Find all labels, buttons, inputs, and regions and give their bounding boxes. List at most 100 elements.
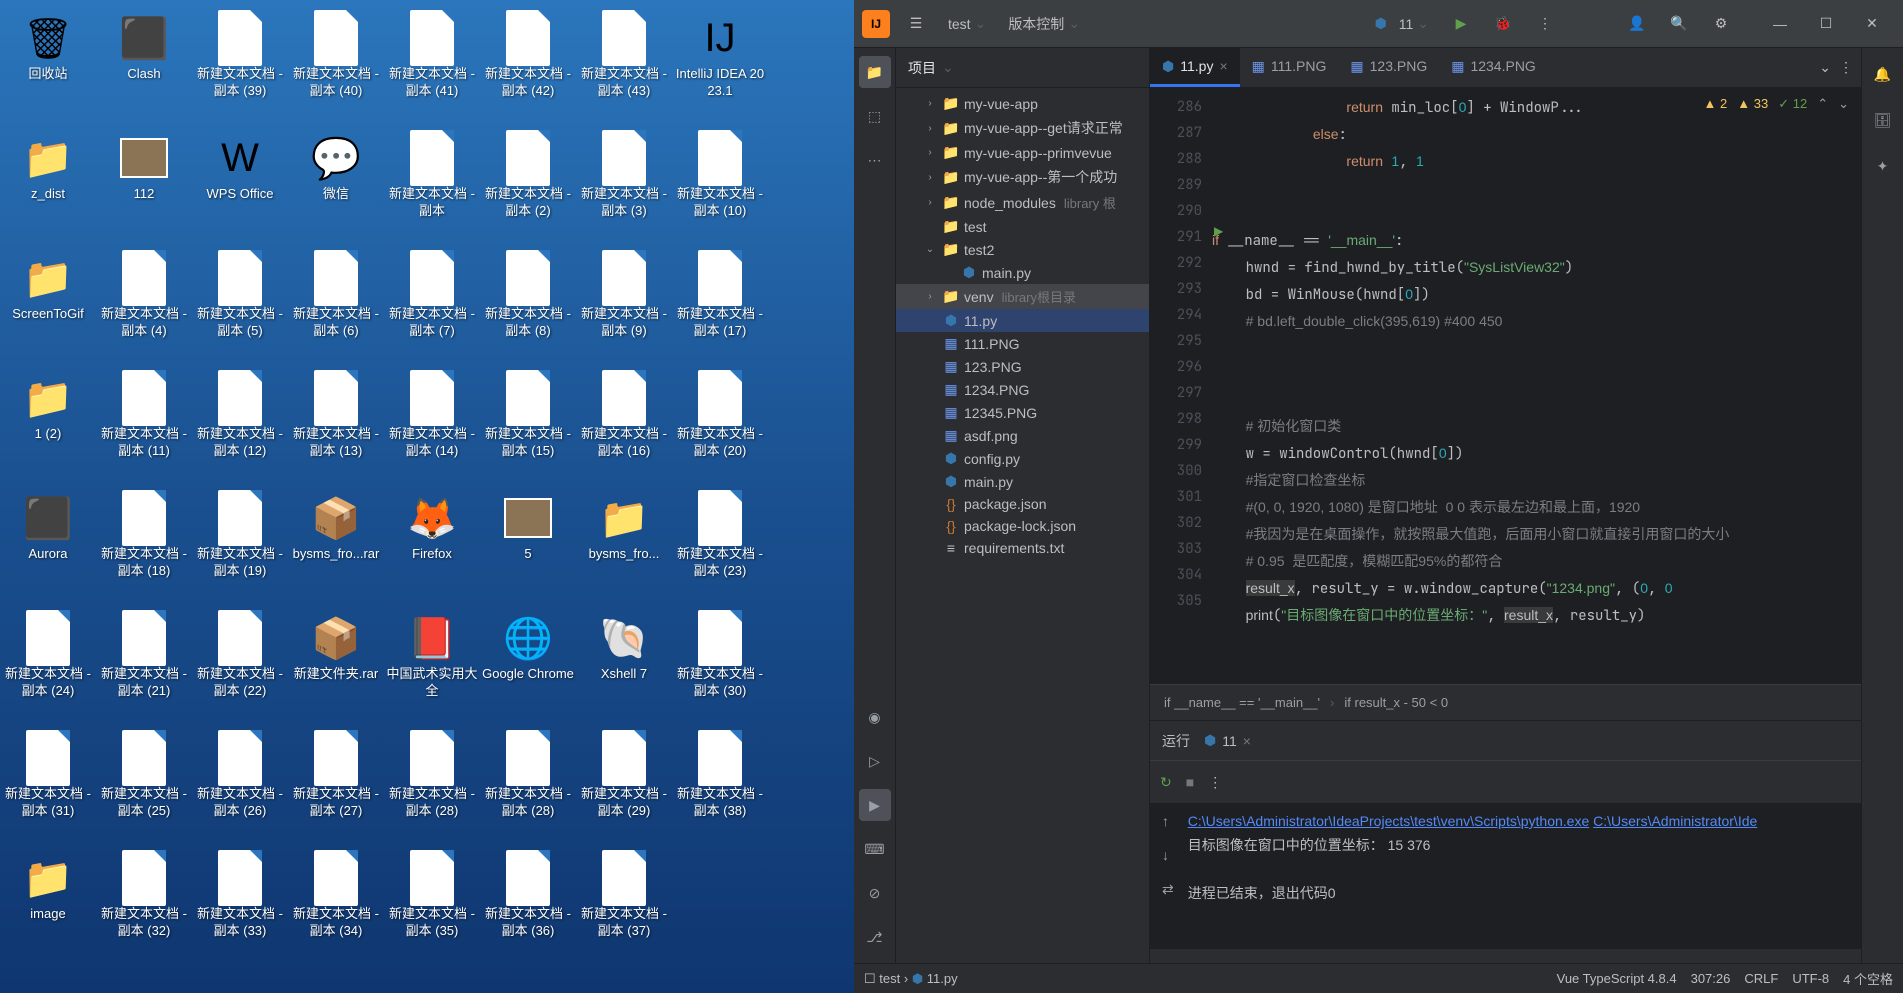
vcs-menu[interactable]: 版本控制⌄ [1002,10,1086,38]
desktop-icon[interactable]: 新建文本文档 - 副本 (36) [480,844,576,964]
desktop-icon[interactable]: 📦bysms_fro...rar [288,484,384,604]
desktop-icon[interactable]: 新建文本文档 - 副本 (27) [288,724,384,844]
project-tool-button[interactable]: 📁 [859,56,891,88]
project-header[interactable]: 项目⌄ [896,48,1149,88]
structure-tool-button[interactable]: ⬚ [859,100,891,132]
rerun-button[interactable]: ↻ [1160,774,1172,791]
desktop-icon[interactable]: 🦊Firefox [384,484,480,604]
close-tab-icon[interactable]: × [1219,58,1227,74]
desktop-icon[interactable]: 🌐Google Chrome [480,604,576,724]
main-menu-button[interactable]: ☰ [900,8,932,40]
tree-item[interactable]: ⬢main.py [896,470,1149,493]
tree-item[interactable]: ⬢config.py [896,447,1149,470]
run-path-link-2[interactable]: C:\Users\Administrator\Ide [1593,813,1757,829]
search-everywhere-icon[interactable]: 🔍 [1663,8,1695,40]
desktop-icon[interactable]: 新建文本文档 - 副本 (37) [576,844,672,964]
desktop-icon[interactable]: 新建文本文档 - 副本 (22) [192,604,288,724]
tree-item[interactable]: ›📁node_moduleslibrary 根 [896,190,1149,215]
desktop-icon[interactable]: 新建文本文档 - 副本 (30) [672,604,768,724]
desktop-icon[interactable]: 新建文本文档 - 副本 (8) [480,244,576,364]
tree-item[interactable]: ⬢11.py [896,309,1149,332]
run-tab-button[interactable]: ▶ [859,789,891,821]
code-with-me-icon[interactable]: 👤 [1621,8,1653,40]
more-tools-button[interactable]: ⋯ [859,144,891,176]
tree-item[interactable]: {}package.json [896,493,1149,515]
desktop-icon[interactable]: 新建文本文档 - 副本 (6) [288,244,384,364]
minimize-button[interactable]: — [1757,8,1803,40]
desktop-icon[interactable]: 新建文本文档 - 副本 (28) [384,724,480,844]
run-tool-button[interactable]: ▷ [859,745,891,777]
desktop-icon[interactable]: 新建文本文档 - 副本 (14) [384,364,480,484]
desktop-icon[interactable]: 新建文本文档 - 副本 (21) [96,604,192,724]
desktop-icon[interactable]: ⬛Aurora [0,484,96,604]
desktop-icon[interactable]: 112 [96,124,192,244]
project-selector[interactable]: test⌄ [942,11,992,36]
stop-button[interactable]: ■ [1186,774,1194,790]
desktop-icon[interactable]: 新建文本文档 - 副本 (20) [672,364,768,484]
desktop-icon[interactable]: 新建文本文档 - 副本 (39) [192,4,288,124]
editor-tab[interactable]: ▦123.PNG [1338,48,1439,87]
database-icon[interactable]: 🗄 [1867,104,1899,136]
editor[interactable]: 286 287 288 289 290 291 292 293 294 295 … [1150,88,1861,684]
tree-item[interactable]: ≡requirements.txt [896,537,1149,559]
desktop-icon[interactable]: 📁1 (2) [0,364,96,484]
run-config-selector[interactable]: ⬢ 11⌄ [1369,11,1435,36]
tree-item[interactable]: ›📁my-vue-app [896,92,1149,115]
desktop-icon[interactable]: 新建文本文档 - 副本 (2) [480,124,576,244]
more-actions-button[interactable]: ⋮ [1529,8,1561,40]
desktop-icon[interactable]: ⬛Clash [96,4,192,124]
desktop-icon[interactable]: 📁image [0,844,96,964]
desktop-icon[interactable]: 新建文本文档 - 副本 (4) [96,244,192,364]
vcs-button[interactable]: ⎇ [859,921,891,953]
tree-item[interactable]: ⌄📁test2 [896,238,1149,261]
tree-item[interactable]: ›📁my-vue-app--primvevue [896,141,1149,164]
run-scrollbar[interactable] [1150,949,1861,963]
desktop-icon[interactable]: 新建文本文档 - 副本 (31) [0,724,96,844]
desktop-icon[interactable]: 新建文本文档 - 副本 (11) [96,364,192,484]
desktop-icon[interactable]: 新建文本文档 - 副本 (35) [384,844,480,964]
desktop-icon[interactable]: 📕中国武术实用大全 [384,604,480,724]
desktop-icon[interactable]: 新建文本文档 - 副本 (7) [384,244,480,364]
tree-item[interactable]: ›📁venvlibrary根目录 [896,284,1149,309]
tree-item[interactable]: ▦111.PNG [896,332,1149,355]
desktop-icon[interactable]: 💬微信 [288,124,384,244]
desktop-icon[interactable]: 新建文本文档 - 副本 (9) [576,244,672,364]
run-output[interactable]: ↑ ↓ ⇄ C:\Users\Administrator\IdeaProject… [1150,803,1861,949]
desktop-icon[interactable]: 新建文本文档 - 副本 (32) [96,844,192,964]
tree-item[interactable]: ›📁my-vue-app--get请求正常 [896,115,1149,141]
desktop-icon[interactable]: 新建文本文档 - 副本 (34) [288,844,384,964]
desktop-icon[interactable]: 新建文本文档 - 副本 (19) [192,484,288,604]
problems-button[interactable]: ⊘ [859,877,891,909]
desktop-icon[interactable]: 新建文本文档 - 副本 (23) [672,484,768,604]
status-caret-pos[interactable]: 307:26 [1691,971,1731,986]
status-encoding[interactable]: UTF-8 [1792,971,1829,986]
desktop-icon[interactable]: 新建文本文档 - 副本 (28) [480,724,576,844]
status-indent[interactable]: 4 个空格 [1843,969,1893,988]
terminal-button[interactable]: ⌨ [859,833,891,865]
desktop-icon[interactable]: 新建文本文档 - 副本 (18) [96,484,192,604]
run-more-button[interactable]: ⋮ [1208,774,1222,791]
desktop-icon[interactable]: IJIntelliJ IDEA 2023.1 [672,4,768,124]
tab-dropdown-icon[interactable]: ⌄ [1819,59,1831,76]
status-vue[interactable]: Vue TypeScript 4.8.4 [1557,971,1677,986]
desktop-icon[interactable]: 新建文本文档 - 副本 (43) [576,4,672,124]
desktop-icon[interactable]: 新建文本文档 - 副本 (40) [288,4,384,124]
desktop-icon[interactable]: 新建文本文档 - 副本 (38) [672,724,768,844]
desktop-icon[interactable]: 新建文本文档 - 副本 (26) [192,724,288,844]
desktop-icon[interactable]: 新建文本文档 - 副本 (41) [384,4,480,124]
services-button[interactable]: ◉ [859,701,891,733]
tree-item[interactable]: {}package-lock.json [896,515,1149,537]
notifications-icon[interactable]: 🔔 [1867,58,1899,90]
tree-item[interactable]: ▦asdf.png [896,424,1149,447]
desktop-icon[interactable]: 🗑回收站 [0,4,96,124]
desktop-icon[interactable]: 新建文本文档 - 副本 (13) [288,364,384,484]
desktop-icon[interactable]: 新建文本文档 - 副本 (16) [576,364,672,484]
debug-button[interactable]: 🐞 [1487,8,1519,40]
run-path-link[interactable]: C:\Users\Administrator\IdeaProjects\test… [1188,813,1590,829]
run-gutter-icon[interactable]: ▶ [1214,224,1223,238]
scroll-down-icon[interactable]: ↓ [1162,843,1174,867]
tree-item[interactable]: ▦12345.PNG [896,401,1149,424]
settings-icon[interactable]: ⚙ [1705,8,1737,40]
desktop-icon[interactable]: 新建文本文档 - 副本 (42) [480,4,576,124]
desktop-icon[interactable]: 📁z_dist [0,124,96,244]
